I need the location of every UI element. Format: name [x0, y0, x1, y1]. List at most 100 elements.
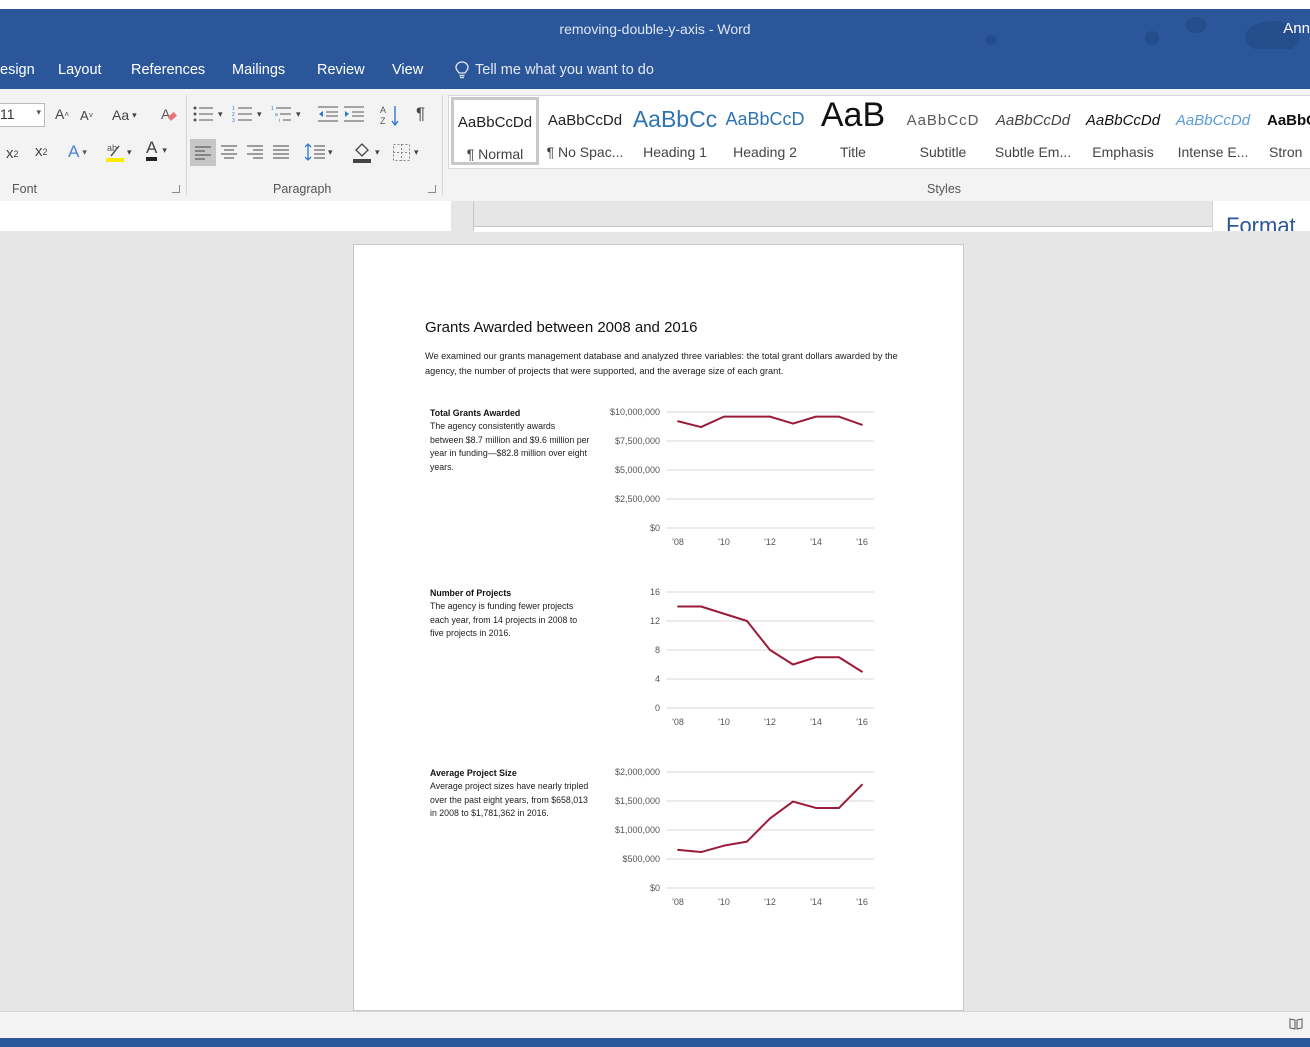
style-subtitle[interactable]: AaBbCcD Subtitle	[899, 96, 987, 166]
show-formatting-marks-button[interactable]: ¶	[416, 104, 425, 124]
style-label: Subtitle	[919, 144, 967, 160]
series-line	[677, 415, 863, 429]
styles-gallery: AaBbCcDd ¶ Normal AaBbCcDd ¶ No Spac... …	[448, 95, 1310, 169]
tab-mailings[interactable]: Mailings	[232, 62, 285, 78]
x-tick-label: '08	[672, 717, 684, 727]
font-color-label: A	[146, 139, 158, 161]
section-text-number-projects: The agency is funding fewer projects eac…	[430, 601, 578, 638]
tab-view[interactable]: View	[392, 62, 423, 78]
x-tick-label: '10	[718, 897, 730, 907]
y-tick-label: 12	[650, 616, 660, 626]
window-title: removing-double-y-axis - Word	[559, 21, 751, 37]
bullets-button[interactable]: ▾	[193, 105, 223, 123]
paragraph-dialog-launcher[interactable]	[428, 185, 436, 193]
style-strong[interactable]: AaBbC Stron	[1257, 96, 1310, 166]
format-pane-title: Format	[1226, 213, 1296, 231]
superscript-button[interactable]: x2	[35, 143, 48, 160]
paragraph-group-label: Paragraph	[273, 182, 332, 196]
y-tick-label: $2,000,000	[615, 767, 660, 777]
x-tick-label: '14	[810, 717, 822, 727]
svg-text:a: a	[275, 112, 278, 118]
tab-design[interactable]: esign	[0, 62, 35, 78]
data-point	[723, 415, 725, 418]
font-color-button[interactable]: A ▾	[146, 139, 167, 161]
style-subtle-emphasis[interactable]: AaBbCcDd Subtle Em...	[989, 96, 1077, 166]
shrink-font-button[interactable]: A ˅	[80, 108, 93, 123]
user-name[interactable]: Ann	[1283, 20, 1310, 37]
borders-icon	[393, 144, 410, 161]
highlight-button[interactable]: ab ▾	[105, 141, 132, 163]
text-effects-button[interactable]: A ▾	[68, 142, 87, 162]
data-point	[700, 605, 702, 608]
x-tick-label: '10	[718, 717, 730, 727]
style-heading-2[interactable]: AaBbCcD Heading 2	[721, 96, 809, 166]
style-title[interactable]: AaB Title	[809, 96, 897, 166]
style-label: ¶ No Spac...	[546, 144, 624, 160]
svg-text:A: A	[161, 106, 171, 122]
svg-text:1: 1	[271, 106, 274, 112]
data-point	[746, 415, 748, 418]
style-preview: AaBbCcDd	[547, 112, 623, 129]
eraser-icon: A	[161, 106, 177, 122]
x-tick-label: '10	[718, 537, 730, 547]
style-no-spacing[interactable]: AaBbCcDd ¶ No Spac...	[541, 96, 629, 166]
multilevel-list-icon: 1 a i	[271, 106, 291, 123]
numbering-button[interactable]: 1 2 3 ▾	[232, 105, 262, 123]
borders-button[interactable]: ▾	[393, 144, 419, 161]
data-point	[769, 649, 771, 651]
line-spacing-button[interactable]: ▾	[305, 143, 333, 161]
align-right-button[interactable]	[247, 145, 263, 159]
x-tick-label: '14	[810, 537, 822, 547]
data-point	[677, 848, 679, 851]
grow-font-button[interactable]: A ˄	[55, 106, 69, 122]
multilevel-list-button[interactable]: 1 a i ▾	[271, 105, 301, 123]
style-preview: AaB	[820, 96, 886, 134]
section-text-average-size: Average project sizes have nearly triple…	[430, 781, 589, 818]
read-mode-icon[interactable]	[1289, 1018, 1303, 1030]
document-page[interactable]: Grants Awarded between 2008 and 2016 We …	[353, 244, 964, 1011]
style-preview: AaBbCcDd	[1175, 112, 1251, 129]
align-center-icon	[221, 145, 237, 159]
numbering-icon: 1 2 3	[232, 106, 252, 123]
format-pane: Format	[1212, 201, 1310, 231]
chart-average-size: $2,000,000 $1,500,000 $1,000,000 $500,000 $0…	[615, 767, 874, 907]
subscript-button[interactable]: x2	[6, 145, 19, 162]
style-label: Subtle Em...	[994, 144, 1072, 160]
style-normal[interactable]: AaBbCcDd ¶ Normal	[451, 97, 539, 165]
highlighter-icon: ab	[106, 143, 124, 162]
tab-review[interactable]: Review	[317, 62, 365, 78]
svg-text:i: i	[279, 118, 280, 123]
y-tick-label: $0	[650, 523, 660, 533]
style-emphasis[interactable]: AaBbCcDd Emphasis	[1079, 96, 1167, 166]
decrease-indent-button[interactable]	[318, 106, 338, 122]
align-left-button[interactable]	[190, 139, 216, 166]
data-point	[838, 807, 840, 809]
increase-indent-button[interactable]	[344, 106, 364, 122]
data-point	[792, 800, 794, 803]
style-label: Emphasis	[1092, 144, 1154, 160]
change-case-label: Aa	[112, 107, 130, 123]
justify-button[interactable]	[273, 145, 289, 159]
style-label: Intense E...	[1177, 144, 1249, 160]
ribbon: 11 ▾ A ˄ A ˅ Aa ▾ A x2 x2 A ▾ ab ▾ A ▾ Font ▾…	[0, 89, 1310, 202]
font-size-box[interactable]: 11 ▾	[0, 103, 45, 127]
data-point	[700, 426, 702, 428]
tell-me-box[interactable]: Tell me what you want to do	[455, 61, 654, 79]
data-point	[723, 844, 725, 847]
x-tick-label: '16	[856, 717, 868, 727]
group-separator	[186, 95, 187, 195]
style-intense-emphasis[interactable]: AaBbCcDd Intense E...	[1169, 96, 1257, 166]
clear-formatting-button[interactable]: A	[160, 105, 178, 125]
change-case-button[interactable]: Aa ▾	[112, 107, 137, 123]
sort-button[interactable]: A Z	[380, 104, 400, 126]
data-point	[769, 817, 771, 820]
data-point	[815, 807, 817, 809]
tell-me-text: Tell me what you want to do	[475, 62, 654, 78]
center-button[interactable]	[221, 145, 237, 159]
tab-layout[interactable]: Layout	[58, 62, 102, 78]
style-heading-1[interactable]: AaBbCc Heading 1	[631, 96, 719, 166]
font-dialog-launcher[interactable]	[172, 185, 180, 193]
tab-references[interactable]: References	[131, 62, 205, 78]
data-point	[792, 663, 794, 666]
shading-button[interactable]: ▾	[352, 141, 380, 163]
